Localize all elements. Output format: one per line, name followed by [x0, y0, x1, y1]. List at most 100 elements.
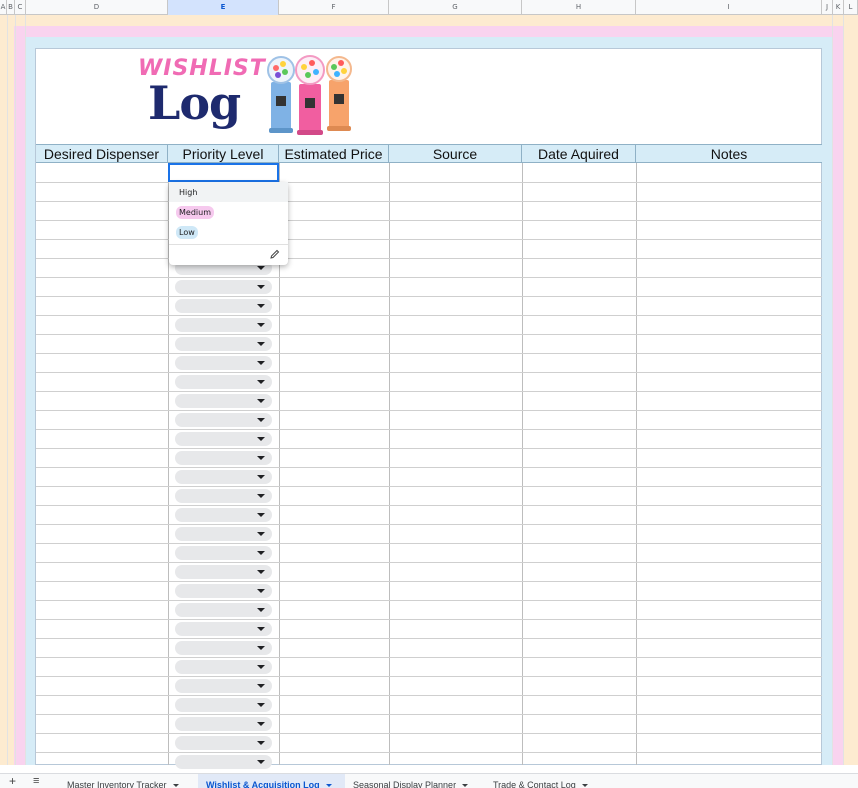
dropdown-arrow-icon	[257, 531, 265, 536]
peach-band-top	[0, 15, 858, 26]
gumball-machines-image	[267, 55, 352, 135]
tab-wishlist-acquisition-log[interactable]: Wishlist & Acquisition Log	[198, 774, 345, 788]
priority-dropdown-chip[interactable]	[175, 735, 272, 750]
priority-dropdown-chip[interactable]	[175, 488, 272, 503]
priority-dropdown-chip[interactable]	[175, 336, 272, 351]
dropdown-arrow-icon	[257, 683, 265, 688]
dropdown-arrow-icon	[257, 759, 265, 764]
priority-dropdown-chip[interactable]	[175, 450, 272, 465]
chevron-down-icon	[172, 784, 179, 788]
data-grid[interactable]	[36, 163, 822, 765]
tab-label: Master Inventory Tracker	[67, 780, 167, 788]
priority-dropdown-chip[interactable]	[175, 412, 272, 427]
option-high-label: High	[179, 188, 198, 197]
header-priority-level[interactable]: Priority Level	[168, 145, 279, 163]
column-header-j[interactable]: J	[822, 0, 833, 15]
column-header-h[interactable]: H	[522, 0, 636, 15]
priority-dropdown-chip[interactable]	[175, 431, 272, 446]
priority-dropdown-chip[interactable]	[175, 697, 272, 712]
peach-band-right	[844, 15, 858, 765]
priority-dropdown-chip[interactable]	[175, 678, 272, 693]
dropdown-arrow-icon	[257, 569, 265, 574]
dropdown-arrow-icon	[257, 341, 265, 346]
dropdown-arrow-icon	[257, 474, 265, 479]
chevron-down-icon	[581, 784, 588, 788]
priority-dropdown-chip[interactable]	[175, 716, 272, 731]
priority-dropdown-chip[interactable]	[175, 298, 272, 313]
priority-dropdown-chip[interactable]	[175, 317, 272, 332]
priority-dropdown-chip[interactable]	[175, 526, 272, 541]
option-high[interactable]: High	[169, 182, 288, 202]
dropdown-arrow-icon	[257, 436, 265, 441]
tab-label: Trade & Contact Log	[493, 780, 576, 788]
option-medium[interactable]: Medium	[169, 202, 288, 222]
priority-dropdown-chip[interactable]	[175, 621, 272, 636]
header-date-aquired[interactable]: Date Aquired	[522, 145, 636, 163]
plus-icon[interactable]: +	[9, 774, 16, 788]
priority-dropdown-chip[interactable]	[175, 393, 272, 408]
list-icon[interactable]: ≡	[33, 774, 39, 788]
priority-dropdown-chip[interactable]	[175, 640, 272, 655]
dropdown-arrow-icon	[257, 550, 265, 555]
column-header-i[interactable]: I	[636, 0, 822, 15]
option-low[interactable]: Low	[169, 222, 288, 242]
dropdown-arrow-icon	[257, 645, 265, 650]
priority-dropdown-chip[interactable]	[175, 469, 272, 484]
header-notes[interactable]: Notes	[636, 145, 822, 163]
priority-dropdown-chip[interactable]	[175, 279, 272, 294]
dropdown-arrow-icon	[257, 588, 265, 593]
pencil-icon[interactable]	[270, 249, 280, 259]
priority-dropdown-chip[interactable]	[175, 583, 272, 598]
dropdown-arrow-icon	[257, 512, 265, 517]
priority-dropdown-menu: High Medium Low	[169, 182, 288, 265]
column-header-row: A B C D E F G H I J K L	[0, 0, 858, 15]
column-header-g[interactable]: G	[389, 0, 522, 15]
priority-dropdown-chip[interactable]	[175, 659, 272, 674]
menu-divider	[169, 244, 288, 245]
priority-dropdown-chip[interactable]	[175, 355, 272, 370]
dropdown-arrow-icon	[257, 360, 265, 365]
chevron-down-icon	[462, 784, 469, 788]
priority-dropdown-chip[interactable]	[175, 754, 272, 769]
tab-trade-contact-log[interactable]: Trade & Contact Log	[485, 774, 605, 788]
chevron-down-icon	[325, 784, 332, 788]
selected-cell-e4[interactable]	[168, 163, 279, 182]
option-low-label: Low	[176, 226, 198, 239]
dropdown-arrow-icon	[257, 721, 265, 726]
column-header-a[interactable]: A	[0, 0, 7, 15]
priority-dropdown-chip[interactable]	[175, 507, 272, 522]
header-estimated-price[interactable]: Estimated Price	[279, 145, 389, 163]
tab-seasonal-display-planner[interactable]: Seasonal Display Planner	[345, 774, 485, 788]
column-header-k[interactable]: K	[833, 0, 844, 15]
column-header-l[interactable]: L	[844, 0, 858, 15]
dropdown-arrow-icon	[257, 398, 265, 403]
logo-log: Log	[148, 76, 241, 130]
priority-dropdown-chip[interactable]	[175, 374, 272, 389]
header-source[interactable]: Source	[389, 145, 522, 163]
priority-dropdown-chip[interactable]	[175, 545, 272, 560]
column-header-e[interactable]: E	[168, 0, 279, 15]
dropdown-arrow-icon	[257, 664, 265, 669]
column-header-f[interactable]: F	[279, 0, 389, 15]
priority-dropdown-chip[interactable]	[175, 564, 272, 579]
priority-dropdown-chip[interactable]	[175, 602, 272, 617]
column-header-b[interactable]: B	[7, 0, 15, 15]
tab-label: Seasonal Display Planner	[353, 780, 457, 788]
dropdown-arrow-icon	[257, 303, 265, 308]
dropdown-arrow-icon	[257, 284, 265, 289]
option-medium-label: Medium	[176, 206, 214, 219]
tab-master-inventory-tracker[interactable]: Master Inventory Tracker	[59, 774, 197, 788]
dropdown-arrow-icon	[257, 379, 265, 384]
tab-label: Wishlist & Acquisition Log	[206, 780, 320, 788]
pink-band-top	[14, 26, 844, 37]
dropdown-arrow-icon	[257, 626, 265, 631]
column-header-d[interactable]: D	[26, 0, 168, 15]
sheet-tab-bar: + ≡ Master Inventory Tracker Wishlist & …	[0, 773, 858, 788]
dropdown-arrow-icon	[257, 265, 265, 270]
dropdown-arrow-icon	[257, 740, 265, 745]
dropdown-arrow-icon	[257, 417, 265, 422]
dropdown-arrow-icon	[257, 493, 265, 498]
dropdown-arrow-icon	[257, 322, 265, 327]
header-desired-dispenser[interactable]: Desired Dispenser	[36, 145, 168, 163]
column-header-c[interactable]: C	[15, 0, 26, 15]
